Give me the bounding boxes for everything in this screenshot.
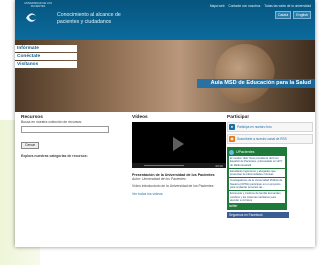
video-description: Vídeo introductorio de la Universidad de… [132,184,214,189]
play-icon[interactable] [173,137,184,151]
resources-column: Recursos Busca en nuestra colección de r… [21,115,116,158]
participate-column: Participa! ● Participa en nuestro foro ◉… [227,115,313,219]
topnav-link-contact[interactable]: Contacte con nosotros [228,4,260,8]
site-header: UNIVERSIDAD DE LOS PACIENTES Conocimient… [15,0,315,40]
explore-categories-label: Explora nuestras categorías de recursos: [21,154,88,159]
topnav-link-sitemap[interactable]: Mapa web [210,4,225,8]
website-screenshot: UNIVERSIDAD DE LOS PACIENTES Conocimient… [15,0,315,247]
video-author: Autor: Universidad de los Pacientes [132,177,186,181]
twitter-header: UPacientes [229,149,285,155]
all-videos-link[interactable]: Ver todos los vídeos [132,192,227,196]
hero-nav-informate[interactable]: Infórmate [15,45,77,52]
hero-banner-image: Infórmate Conéctate Visítanos Aula MSD d… [15,40,315,112]
forum-button[interactable]: ● Participa en nuestro foro [227,122,313,132]
video-time: 00:00 [215,163,223,168]
rss-button[interactable]: ◉ Suscríbete a nuestro canal de RSS [227,134,313,144]
search-button[interactable]: Cercar [21,141,40,149]
tweet[interactable]: Investigadores de la Universidad Pública… [229,178,285,191]
video-progress-bar[interactable] [144,165,184,166]
tweet[interactable]: Estudiants Ingenieros y abogados que pre… [229,168,285,178]
hero-people-photo [215,44,275,104]
videos-title: Vídeos [132,115,148,120]
facebook-strip[interactable]: Seguenos en Facebook [227,212,289,219]
video-controls: 00:00 [132,163,226,168]
resources-search-label: Busca en nuestra colección de recursos: [21,120,83,124]
tweet[interactable]: Entrevista y médicos de familia demandan… [229,191,285,204]
hero-nav: Infórmate Conéctate Visítanos [15,45,77,69]
resources-search-input[interactable] [21,126,109,134]
hero-nav-conectate[interactable]: Conéctate [15,53,77,60]
hero-nav-visitanos[interactable]: Visítanos [15,61,77,68]
top-nav: Mapa web Contacte con nosotros Todas las… [207,4,311,8]
site-logo[interactable]: UNIVERSIDAD DE LOS PACIENTES [23,2,53,30]
tweet[interactable]: El médico 'diari' lleva presidente del F… [229,156,285,168]
lang-catala[interactable]: Català [274,11,292,19]
lang-english[interactable]: English [293,11,311,19]
rss-icon: ◉ [229,136,235,142]
forum-button-label: Participa en nuestro foro [237,125,272,129]
participate-title: Participa! [227,115,249,120]
twitter-widget: UPacientes El médico 'diari' lleva presi… [227,147,287,211]
twitter-avatar-icon [229,149,234,155]
video-player[interactable]: 00:00 [132,122,226,168]
language-switch: Català English [274,11,311,19]
logo-text: UNIVERSIDAD DE LOS PACIENTES [24,2,52,8]
logo-icon [26,13,36,22]
hero-banner-caption[interactable]: Aula MSD de Educación para la Salud [196,79,315,88]
forum-icon: ● [229,124,235,130]
site-tagline: Conocimiento al alcance de pacientes y c… [57,12,121,25]
twitter-title[interactable]: UPacientes [236,150,254,154]
twitter-logo: twitter [229,204,238,209]
topnav-link-all-webs[interactable]: Todas las webs de la universidad [264,4,311,8]
rss-button-label: Suscríbete a nuestro canal de RSS [237,137,287,141]
videos-column: Vídeos 00:00 Presentación de la Universi… [132,115,227,196]
